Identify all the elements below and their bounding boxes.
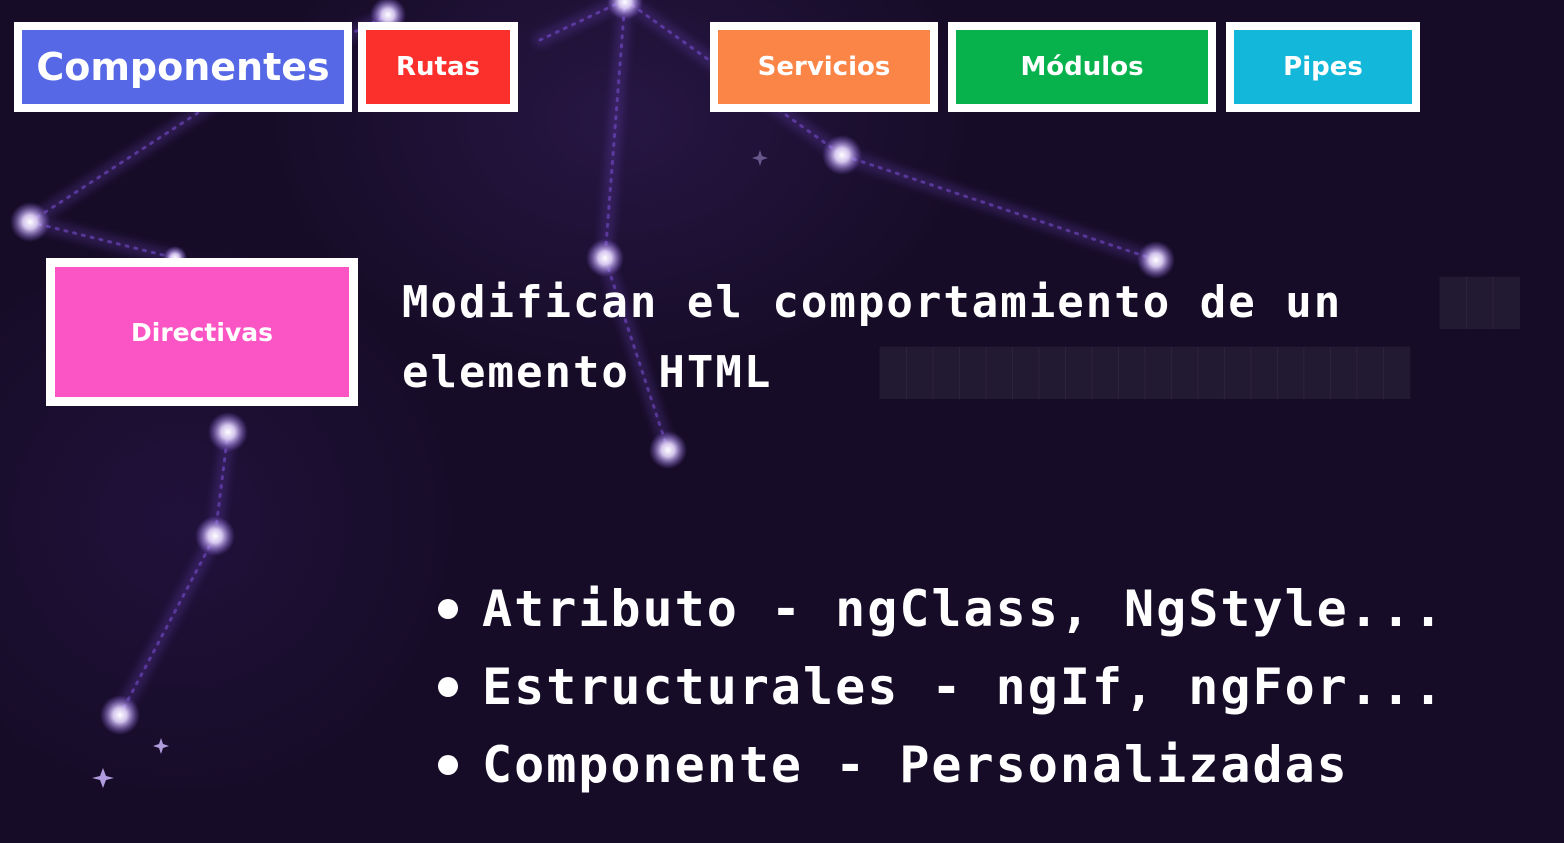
bullet-icon (438, 755, 458, 775)
bullet-icon (438, 599, 458, 619)
list-item: Componente - Personalizadas (432, 726, 1445, 804)
directive-types-list: Atributo - ngClass, NgStyle... Estructur… (432, 570, 1445, 804)
tab-rutas-label: Rutas (396, 52, 480, 82)
tab-rutas[interactable]: Rutas (358, 22, 518, 112)
list-item: Atributo - ngClass, NgStyle... (432, 570, 1445, 648)
tab-servicios-label: Servicios (757, 52, 891, 82)
tab-componentes[interactable]: Componentes (14, 22, 352, 112)
list-item-text: Estructurales - ngIf, ngFor... (482, 658, 1446, 716)
tab-pipes-label: Pipes (1283, 52, 1363, 82)
definition-text: Modifican el comportamiento de un elemen… (402, 277, 1343, 398)
slide-canvas: Componentes Rutas Servicios Módulos Pipe… (0, 0, 1564, 843)
directivas-topic-box: Directivas (46, 258, 358, 406)
tab-componentes-label: Componentes (36, 45, 330, 89)
bullet-icon (438, 677, 458, 697)
list-item: Estructurales - ngIf, ngFor... (432, 648, 1445, 726)
tab-servicios[interactable]: Servicios (710, 22, 938, 112)
list-item-text: Atributo - ngClass, NgStyle... (482, 580, 1446, 638)
directivas-topic-label: Directivas (131, 317, 273, 347)
faded-text-1: ███ (1440, 278, 1520, 329)
tab-pipes[interactable]: Pipes (1226, 22, 1420, 112)
tab-modulos[interactable]: Módulos (948, 22, 1216, 112)
tab-modulos-label: Módulos (1020, 52, 1144, 82)
list-item-text: Componente - Personalizadas (482, 736, 1349, 794)
